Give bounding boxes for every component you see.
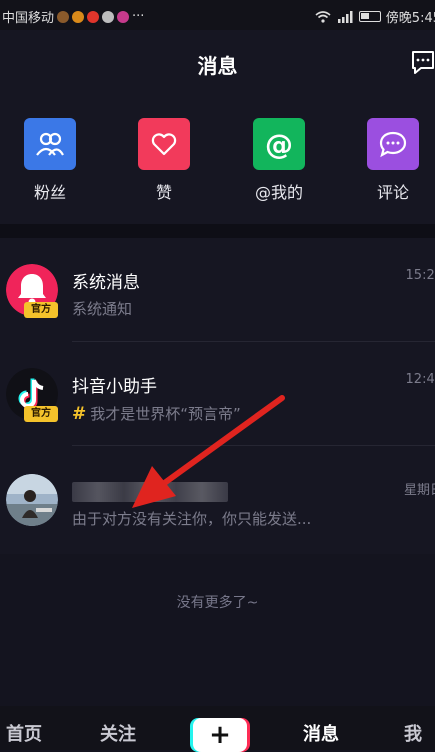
- message-time: 15:24: [405, 268, 435, 283]
- carrier-label: 中国移动: [2, 11, 55, 26]
- at-icon: @: [253, 118, 305, 170]
- quick-mentions-label: @我的: [254, 183, 303, 202]
- user-avatar: [6, 474, 58, 526]
- plus-icon: +: [209, 720, 231, 750]
- chat-notification-icon: [102, 10, 115, 23]
- app-notification-icon: [117, 10, 130, 23]
- tab-home[interactable]: 首页: [6, 720, 42, 746]
- create-video-button[interactable]: +: [193, 718, 247, 752]
- message-preview: 由于对方没有关注你，你只能发送...: [72, 510, 312, 528]
- quick-fans-label: 粉丝: [33, 183, 66, 202]
- status-bar: 中国移动 ··· 傍晚5:45: [0, 0, 435, 30]
- app-notification-icon: [57, 10, 70, 23]
- message-preview: 我才是世界杯“预言帝”: [90, 405, 241, 423]
- quick-likes-label: 赞: [155, 183, 172, 202]
- new-chat-icon[interactable]: [409, 48, 435, 76]
- message-title: 系统消息: [72, 273, 140, 293]
- bottom-tab-bar: 首页 关注 + 消息 我: [0, 706, 435, 752]
- comment-icon: [367, 118, 419, 170]
- blurred-username: [72, 482, 228, 502]
- quick-likes-button[interactable]: 赞: [129, 118, 199, 203]
- message-time: 12:40: [405, 372, 435, 387]
- quick-mentions-button[interactable]: @ @我的: [244, 118, 314, 203]
- clock: 傍晚5:45: [385, 11, 435, 26]
- no-more-label: 没有更多了~: [176, 595, 259, 611]
- app-notification-icon: [87, 10, 100, 23]
- message-time: 星期日: [403, 483, 435, 498]
- battery-icon: [358, 11, 381, 22]
- header: 消息: [0, 30, 435, 96]
- tab-me[interactable]: 我: [404, 720, 422, 746]
- app-notification-icon: [72, 10, 85, 23]
- wifi-icon: [315, 10, 331, 23]
- quick-fans-button[interactable]: 粉丝: [15, 118, 85, 203]
- quick-actions: 粉丝 赞 @ @我的 评论: [0, 96, 435, 224]
- more-notifications: ···: [132, 9, 145, 24]
- quick-comments-button[interactable]: 评论: [358, 118, 428, 203]
- tab-messages[interactable]: 消息: [303, 720, 339, 746]
- quick-comments-label: 评论: [376, 183, 409, 202]
- status-left: 中国移动 ···: [2, 7, 144, 26]
- heart-icon: [138, 118, 190, 170]
- message-title: 抖音小助手: [72, 377, 157, 397]
- tab-following[interactable]: 关注: [100, 720, 136, 746]
- message-preview: 系统通知: [72, 300, 133, 318]
- hashtag-icon: #: [72, 403, 87, 424]
- signal-icon: [337, 10, 353, 23]
- message-row-system[interactable]: 官方 系统消息 系统通知 15:24: [0, 238, 435, 342]
- section-divider: [0, 224, 435, 238]
- page-title: 消息: [197, 54, 238, 78]
- fans-icon: [24, 118, 76, 170]
- message-preview-row: # 我才是世界杯“预言帝”: [72, 403, 241, 424]
- status-right: 傍晚5:45: [315, 7, 435, 26]
- official-badge: 官方: [24, 406, 58, 422]
- message-list: 官方 系统消息 系统通知 15:24 官方 抖音小助手 # 我才是世界杯“预言帝…: [0, 238, 435, 554]
- message-row-assistant[interactable]: 官方 抖音小助手 # 我才是世界杯“预言帝” 12:40: [0, 342, 435, 446]
- official-badge: 官方: [24, 302, 58, 318]
